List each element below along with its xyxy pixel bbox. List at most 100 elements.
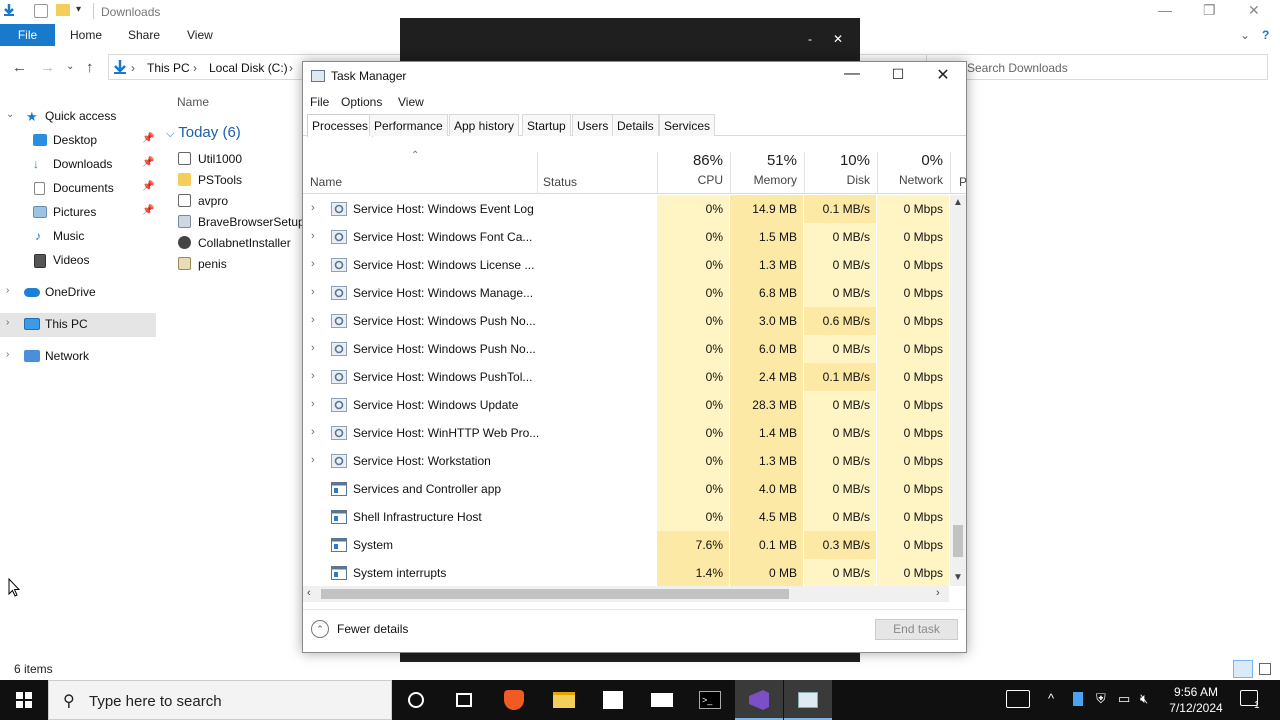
process-row[interactable]: › Service Host: Windows Push No... 0% 3.0 M…: [303, 307, 949, 335]
minimize-icon[interactable]: -: [808, 32, 812, 46]
process-row[interactable]: System 7.6% 0.1 MB 0.3 MB/s 0 Mbps: [303, 531, 949, 559]
downloads-arrow-icon[interactable]: [2, 3, 16, 17]
close-icon[interactable]: ✕: [833, 32, 843, 46]
horizontal-scrollbar[interactable]: ‹ ›: [303, 586, 949, 602]
tab-details[interactable]: Details: [612, 114, 659, 136]
tab-startup[interactable]: Startup: [522, 114, 571, 136]
maximize-icon[interactable]: ❐: [1203, 2, 1216, 19]
forward-icon[interactable]: →: [40, 59, 55, 76]
file-item[interactable]: BraveBrowserSetup-: [176, 211, 316, 233]
large-icons-view-icon[interactable]: [1259, 663, 1271, 675]
task-view-button[interactable]: [440, 680, 488, 720]
details-view-icon[interactable]: [1233, 660, 1253, 678]
scroll-up-icon[interactable]: ▲: [953, 197, 963, 208]
tab-users[interactable]: Users: [572, 114, 614, 136]
nav-onedrive[interactable]: › OneDrive: [0, 281, 156, 305]
minimize-icon[interactable]: —: [1158, 2, 1172, 18]
process-row[interactable]: › Service Host: Windows PushTol... 0% 2.4 M…: [303, 363, 949, 391]
recent-locations-icon[interactable]: ⌄: [66, 61, 74, 72]
search-downloads-input[interactable]: Search Downloads: [926, 54, 1268, 80]
process-row[interactable]: System interrupts 1.4% 0 MB 0 MB/s 0 Mbps: [303, 559, 949, 586]
end-task-button[interactable]: End task: [875, 619, 958, 640]
file-explorer-taskbar-button[interactable]: [540, 680, 588, 720]
file-item[interactable]: PSTools: [176, 169, 316, 191]
process-row[interactable]: › Service Host: Windows Font Ca... 0% 1.5 M…: [303, 223, 949, 251]
header-network[interactable]: 0% Network: [877, 152, 943, 187]
header-cpu[interactable]: 86% CPU: [657, 152, 723, 187]
process-row[interactable]: › Service Host: Windows Event Log 0% 14.9 M…: [303, 195, 949, 223]
expand-chevron-icon[interactable]: ›: [311, 454, 315, 466]
close-icon[interactable]: ✕: [928, 65, 958, 85]
process-row[interactable]: Services and Controller app 0% 4.0 MB 0 MB/…: [303, 475, 949, 503]
nav-videos[interactable]: Videos: [0, 249, 156, 273]
chevron-right-icon[interactable]: ›: [6, 317, 9, 328]
nav-documents[interactable]: Documents 📌: [0, 177, 156, 201]
brave-taskbar-button[interactable]: [490, 680, 538, 720]
nav-quick-access[interactable]: ⌄ ★ Quick access: [0, 105, 156, 129]
scroll-down-icon[interactable]: ▼: [953, 572, 963, 583]
up-icon[interactable]: ↑: [86, 59, 94, 76]
scrollbar-thumb[interactable]: [953, 525, 963, 557]
security-icon[interactable]: ⛨: [1096, 691, 1106, 707]
nav-this-pc[interactable]: › This PC: [0, 313, 156, 337]
close-icon[interactable]: ✕: [1248, 2, 1260, 19]
maximize-icon[interactable]: ☐: [883, 66, 913, 83]
minimize-icon[interactable]: —: [837, 65, 867, 83]
chevron-right-icon[interactable]: ›: [6, 349, 9, 360]
process-row[interactable]: › Service Host: Windows Push No... 0% 6.0 M…: [303, 335, 949, 363]
cortana-button[interactable]: [392, 680, 440, 720]
column-header-name[interactable]: Name: [177, 95, 209, 109]
task-manager-taskbar-button[interactable]: [784, 680, 832, 720]
header-name[interactable]: Name: [310, 175, 342, 189]
defender-icon[interactable]: [1073, 692, 1083, 706]
nav-music[interactable]: ♪ Music: [0, 225, 156, 249]
expand-chevron-icon[interactable]: ›: [311, 426, 315, 438]
taskbar-search-box[interactable]: ⚲ Type here to search: [48, 680, 392, 720]
process-row[interactable]: › Service Host: WinHTTP Web Pro... 0% 1.4 M…: [303, 419, 949, 447]
fewer-details-icon[interactable]: ⌃: [311, 620, 329, 638]
file-item[interactable]: penis: [176, 253, 316, 275]
process-row[interactable]: › Service Host: Windows Update 0% 28.3 MB 0 …: [303, 391, 949, 419]
share-tab[interactable]: Share: [128, 28, 160, 42]
tab-performance[interactable]: Performance: [369, 114, 448, 136]
fewer-details-link[interactable]: Fewer details: [337, 622, 408, 636]
chevron-down-icon[interactable]: ⌄: [6, 109, 14, 120]
terminal-taskbar-button[interactable]: >_: [686, 680, 734, 720]
keyboard-icon[interactable]: [1006, 690, 1030, 708]
system-clock[interactable]: 9:56 AM 7/12/2024: [1164, 684, 1228, 716]
network-status-icon[interactable]: ▭: [1118, 691, 1130, 707]
file-item[interactable]: avpro: [176, 190, 316, 212]
menu-options[interactable]: Options: [341, 95, 382, 109]
view-toggle[interactable]: [1233, 660, 1273, 678]
menu-view[interactable]: View: [398, 95, 424, 109]
header-memory[interactable]: 51% Memory: [730, 152, 797, 187]
mail-taskbar-button[interactable]: [638, 680, 686, 720]
start-button[interactable]: [0, 680, 48, 720]
vertical-scrollbar[interactable]: ▲ ▼: [950, 195, 966, 586]
file-item[interactable]: CollabnetInstaller: [176, 232, 316, 254]
group-header-today[interactable]: ⌵ Today (6): [166, 124, 241, 141]
expand-chevron-icon[interactable]: ›: [311, 314, 315, 326]
volume-muted-icon[interactable]: 🔇︎: [1140, 691, 1148, 707]
nav-downloads[interactable]: ↓ Downloads 📌: [0, 153, 156, 177]
expand-chevron-icon[interactable]: ›: [311, 286, 315, 298]
customize-qa-icon[interactable]: ▾: [76, 4, 81, 15]
header-status[interactable]: Status: [543, 175, 577, 189]
expand-chevron-icon[interactable]: ›: [311, 202, 315, 214]
process-row[interactable]: › Service Host: Windows License ... 0% 1.3 …: [303, 251, 949, 279]
expand-chevron-icon[interactable]: ›: [311, 230, 315, 242]
header-power-partial[interactable]: P: [959, 175, 967, 189]
process-row[interactable]: › Service Host: Windows Manage... 0% 6.8 MB…: [303, 279, 949, 307]
help-icon[interactable]: ?: [1262, 28, 1269, 42]
tab-app-history[interactable]: App history: [449, 114, 520, 136]
menu-file[interactable]: File: [310, 95, 329, 109]
tab-processes[interactable]: Processes: [307, 114, 374, 137]
file-item[interactable]: Util1000: [176, 148, 316, 170]
nav-pictures[interactable]: Pictures 📌: [0, 201, 156, 225]
scroll-left-icon[interactable]: ‹: [307, 587, 311, 599]
visual-studio-taskbar-button[interactable]: [735, 680, 783, 720]
expand-chevron-icon[interactable]: ›: [311, 370, 315, 382]
nav-network[interactable]: › Network: [0, 345, 156, 369]
expand-chevron-icon[interactable]: ›: [311, 342, 315, 354]
store-taskbar-button[interactable]: [589, 680, 637, 720]
